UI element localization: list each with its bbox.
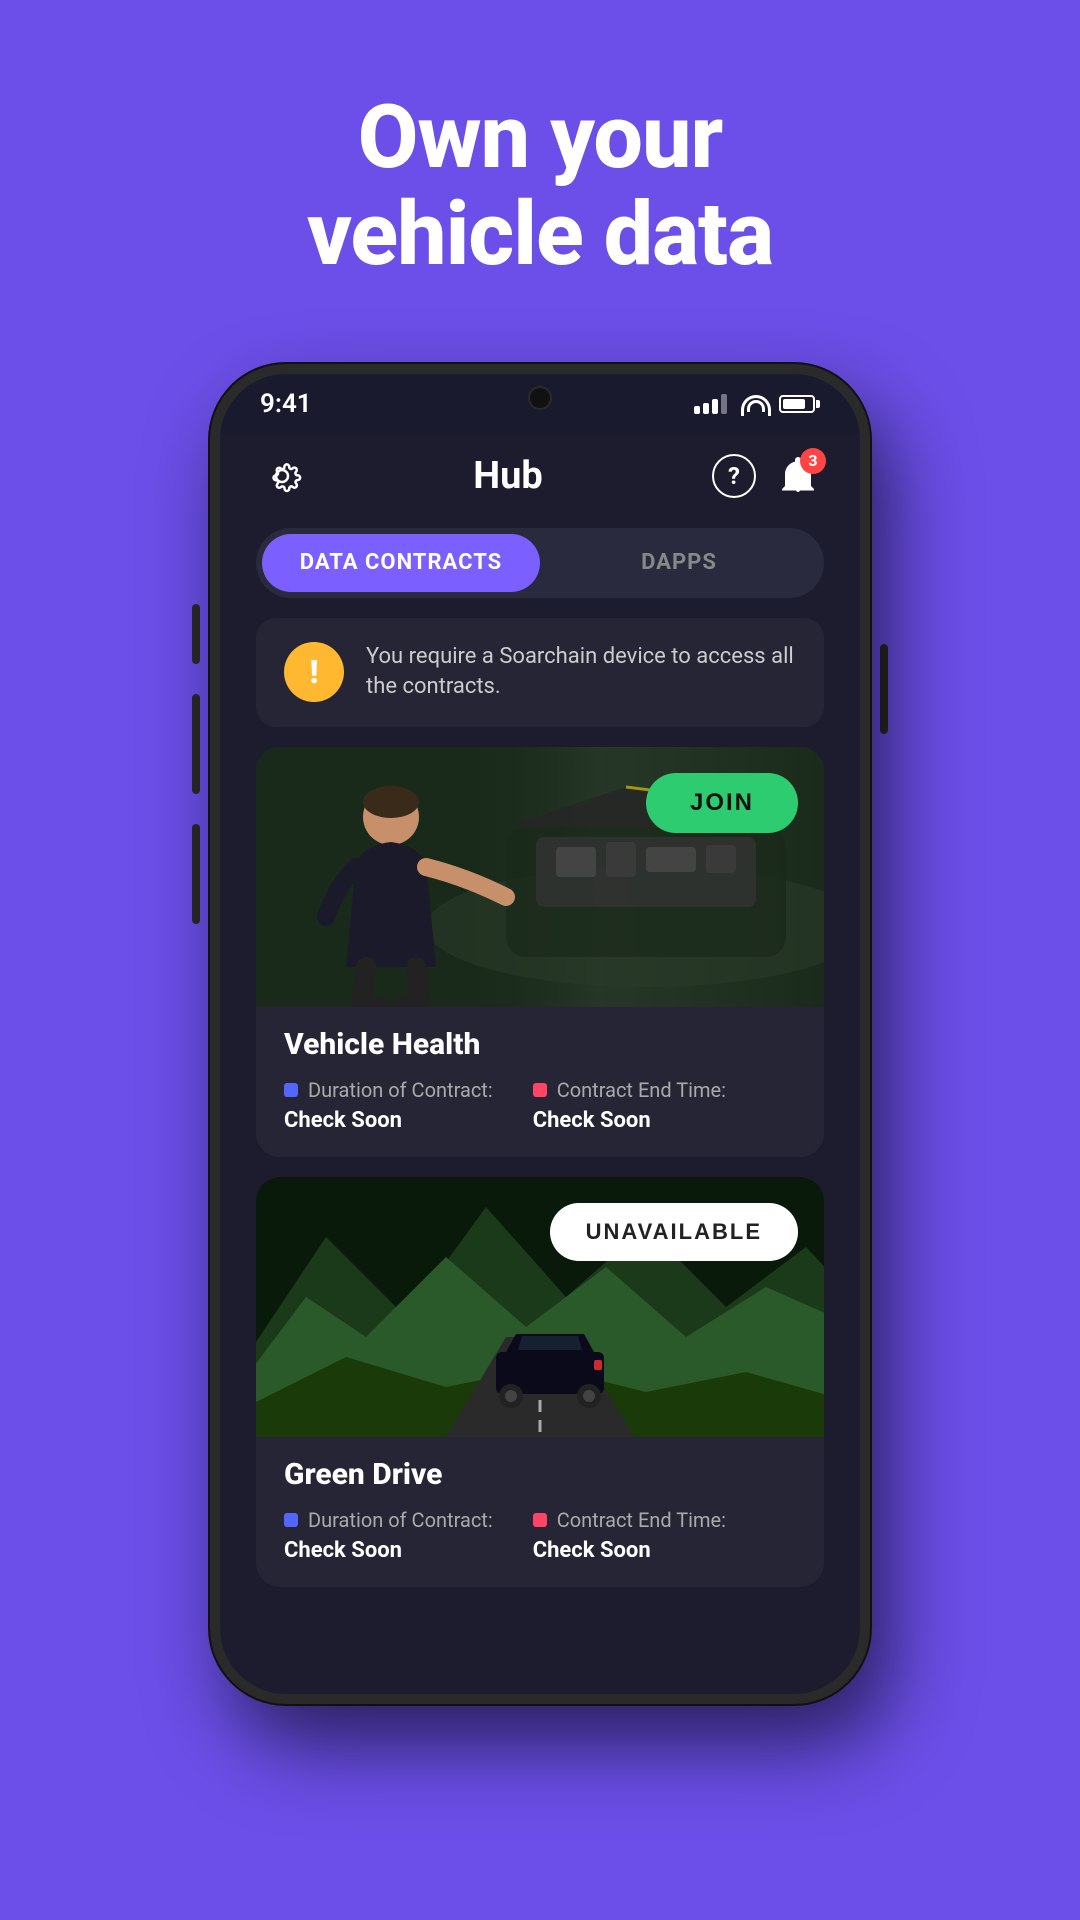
- phone-screen: 9:41: [220, 374, 860, 1694]
- green-drive-title: Green Drive: [284, 1457, 796, 1492]
- phone-shell: 9:41: [210, 364, 870, 1704]
- end-time-label: Contract End Time:: [533, 1078, 726, 1102]
- vehicle-health-details: Vehicle Health Duration of Contract: Che…: [256, 1007, 824, 1157]
- hero-headline: Own your vehicle data: [307, 90, 773, 284]
- app-title: Hub: [473, 454, 543, 498]
- phone-mockup: 9:41: [210, 364, 870, 1704]
- green-drive-image: UNAVAILABLE: [256, 1177, 824, 1437]
- green-drive-card: UNAVAILABLE Green Drive Duration of Cont…: [256, 1177, 824, 1587]
- gd-end-time-dot: [533, 1513, 547, 1527]
- gd-end-time-label: Contract End Time:: [533, 1508, 726, 1532]
- gd-end-time-meta: Contract End Time: Check Soon: [533, 1508, 726, 1563]
- warning-message: You require a Soarchain device to access…: [366, 642, 796, 704]
- main-content: ! You require a Soarchain device to acce…: [220, 618, 860, 1694]
- tab-dapps[interactable]: DAPPS: [540, 534, 818, 592]
- gd-duration-label: Duration of Contract:: [284, 1508, 493, 1532]
- wifi-icon: [741, 395, 765, 413]
- settings-icon[interactable]: [260, 454, 304, 498]
- volume-down-button: [192, 824, 200, 924]
- vehicle-health-card: JOIN Vehicle Health Duration of Contract…: [256, 747, 824, 1157]
- unavailable-button[interactable]: UNAVAILABLE: [550, 1203, 798, 1261]
- gd-duration-dot: [284, 1513, 298, 1527]
- vehicle-health-image: JOIN: [256, 747, 824, 1007]
- app-header: Hub ? 3: [220, 434, 860, 518]
- vehicle-health-meta: Duration of Contract: Check Soon Contrac…: [284, 1078, 796, 1133]
- green-drive-meta: Duration of Contract: Check Soon Contrac…: [284, 1508, 796, 1563]
- header-actions: ? 3: [712, 454, 820, 498]
- duration-label: Duration of Contract:: [284, 1078, 493, 1102]
- warning-banner: ! You require a Soarchain device to acce…: [256, 618, 824, 728]
- camera-notch: [528, 386, 552, 410]
- duration-value: Check Soon: [284, 1108, 493, 1133]
- green-drive-details: Green Drive Duration of Contract: Check …: [256, 1437, 824, 1587]
- status-icons: [694, 394, 820, 414]
- duration-meta: Duration of Contract: Check Soon: [284, 1078, 493, 1133]
- warning-icon: !: [284, 642, 344, 702]
- notifications-button[interactable]: 3: [776, 454, 820, 498]
- gd-duration-meta: Duration of Contract: Check Soon: [284, 1508, 493, 1563]
- end-time-meta: Contract End Time: Check Soon: [533, 1078, 726, 1133]
- duration-dot: [284, 1083, 298, 1097]
- power-button: [880, 644, 888, 734]
- help-button[interactable]: ?: [712, 454, 756, 498]
- join-button[interactable]: JOIN: [646, 773, 798, 833]
- gd-duration-value: Check Soon: [284, 1538, 493, 1563]
- tab-bar: DATA CONTRACTS DAPPS: [256, 528, 824, 598]
- silent-button: [192, 604, 200, 664]
- end-time-value: Check Soon: [533, 1108, 726, 1133]
- signal-icon: [694, 394, 727, 414]
- status-bar: 9:41: [220, 374, 860, 434]
- volume-up-button: [192, 694, 200, 794]
- vehicle-health-title: Vehicle Health: [284, 1027, 796, 1062]
- status-time: 9:41: [260, 389, 312, 419]
- tab-data-contracts[interactable]: DATA CONTRACTS: [262, 534, 540, 592]
- end-time-dot: [533, 1083, 547, 1097]
- notification-badge: 3: [800, 448, 826, 474]
- battery-icon: [779, 395, 820, 413]
- gd-end-time-value: Check Soon: [533, 1538, 726, 1563]
